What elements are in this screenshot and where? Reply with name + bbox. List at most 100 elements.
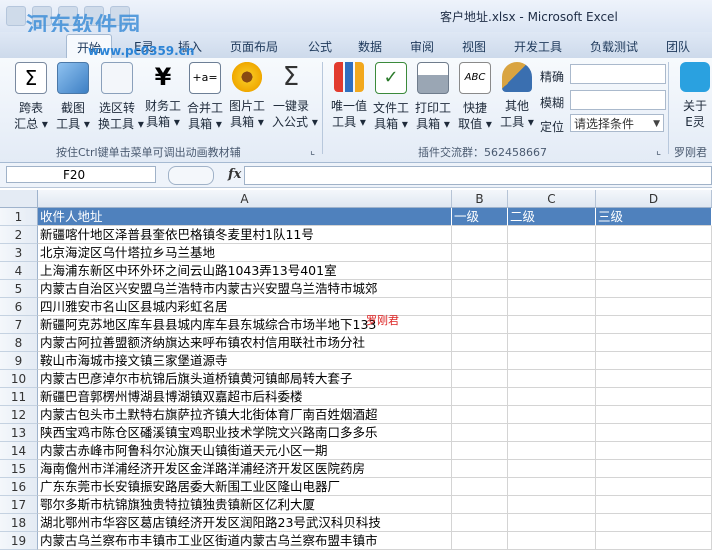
row-number[interactable]: 15: [0, 460, 38, 478]
formula-controls[interactable]: [168, 166, 214, 185]
address-cell[interactable]: 鄂尔多斯市杭锦旗独贵特拉镇独贵镇新区亿利大厦: [38, 496, 452, 514]
selection-convert-button[interactable]: 选区转 换工具 ▾: [98, 62, 144, 132]
finance-tools-button[interactable]: ¥ 财务工 具箱 ▾: [144, 62, 182, 130]
tab-formulas[interactable]: 公式: [308, 38, 332, 55]
level2-cell[interactable]: [508, 478, 596, 496]
level2-cell[interactable]: [508, 514, 596, 532]
level2-cell[interactable]: [508, 244, 596, 262]
tab-developer[interactable]: 开发工具: [514, 38, 562, 55]
address-cell[interactable]: 北京海淀区乌什塔拉乡马兰基地: [38, 244, 452, 262]
level2-cell[interactable]: [508, 298, 596, 316]
column-header-d[interactable]: D: [596, 190, 712, 208]
level3-cell[interactable]: [596, 514, 712, 532]
row-number[interactable]: 8: [0, 334, 38, 352]
name-box[interactable]: F20: [6, 166, 156, 183]
row-number[interactable]: 14: [0, 442, 38, 460]
level2-cell[interactable]: [508, 262, 596, 280]
dialog-launcher-icon[interactable]: ⌞: [656, 144, 661, 157]
address-cell[interactable]: 内蒙古阿拉善盟额济纳旗达来呼布镇农村信用联社市场分社: [38, 334, 452, 352]
row-number[interactable]: 3: [0, 244, 38, 262]
level1-cell[interactable]: [452, 334, 508, 352]
print-tools-button[interactable]: 打印工 具箱 ▾: [414, 62, 452, 132]
level3-cell[interactable]: [596, 388, 712, 406]
level3-cell[interactable]: [596, 442, 712, 460]
level1-cell[interactable]: [452, 496, 508, 514]
address-cell[interactable]: 内蒙古赤峰市阿鲁科尔沁旗天山镇街道天元小区一期: [38, 442, 452, 460]
level2-cell[interactable]: [508, 496, 596, 514]
row-number[interactable]: 5: [0, 280, 38, 298]
precise-input[interactable]: [570, 64, 666, 84]
locate-label[interactable]: 定位: [540, 118, 564, 135]
address-cell[interactable]: 鞍山市海城市接文镇三家堡道源寺: [38, 352, 452, 370]
level2-cell[interactable]: [508, 460, 596, 478]
level2-cell[interactable]: [508, 424, 596, 442]
row-number[interactable]: 10: [0, 370, 38, 388]
level1-cell[interactable]: [452, 424, 508, 442]
level3-cell[interactable]: [596, 532, 712, 550]
level1-cell[interactable]: [452, 388, 508, 406]
row-number[interactable]: 17: [0, 496, 38, 514]
tab-page-layout[interactable]: 页面布局: [230, 38, 278, 55]
level1-cell[interactable]: [452, 226, 508, 244]
condition-select[interactable]: 请选择条件 ▼: [570, 114, 664, 132]
address-cell[interactable]: 上海浦东新区中环外环之间云山路1043弄13号401室: [38, 262, 452, 280]
level1-cell[interactable]: [452, 532, 508, 550]
row-number[interactable]: 7: [0, 316, 38, 334]
level3-cell[interactable]: [596, 280, 712, 298]
address-cell[interactable]: 新疆巴音郭楞州博湖县博湖镇双嘉超市后科委楼: [38, 388, 452, 406]
level3-cell[interactable]: [596, 460, 712, 478]
level3-cell[interactable]: [596, 334, 712, 352]
file-tools-button[interactable]: ✓ 文件工 具箱 ▾: [372, 62, 410, 132]
level1-cell[interactable]: [452, 352, 508, 370]
level3-cell[interactable]: [596, 226, 712, 244]
column-header-b[interactable]: B: [452, 190, 508, 208]
level2-cell[interactable]: [508, 406, 596, 424]
level1-cell[interactable]: [452, 514, 508, 532]
row-number[interactable]: 16: [0, 478, 38, 496]
level1-cell[interactable]: [452, 244, 508, 262]
header-cell-level1[interactable]: 一级: [452, 208, 508, 226]
tab-review[interactable]: 审阅: [410, 38, 434, 55]
cross-sheet-summary-button[interactable]: Σ 跨表 汇总 ▾: [12, 62, 50, 132]
image-tools-button[interactable]: 图片工 具箱 ▾: [228, 62, 266, 130]
address-cell[interactable]: 内蒙古自治区兴安盟乌兰浩特市内蒙古兴安盟乌兰浩特市城郊: [38, 280, 452, 298]
about-eling-button[interactable]: 关于 E灵: [676, 62, 712, 130]
header-cell-level3[interactable]: 三级: [596, 208, 712, 226]
level1-cell[interactable]: [452, 370, 508, 388]
row-number[interactable]: 11: [0, 388, 38, 406]
row-number[interactable]: 6: [0, 298, 38, 316]
address-cell[interactable]: 陕西宝鸡市陈仓区磻溪镇宝鸡职业技术学院文兴路南口多多乐: [38, 424, 452, 442]
level3-cell[interactable]: [596, 406, 712, 424]
other-tools-button[interactable]: 其他 工具 ▾: [498, 62, 536, 130]
excel-logo-icon[interactable]: [6, 6, 26, 26]
screenshot-tool-button[interactable]: 截图 工具 ▾: [54, 62, 92, 132]
row-number[interactable]: 4: [0, 262, 38, 280]
level1-cell[interactable]: [452, 460, 508, 478]
row-number[interactable]: 9: [0, 352, 38, 370]
address-cell[interactable]: 新疆喀什地区泽普县奎依巴格镇冬麦里村1队11号: [38, 226, 452, 244]
address-cell[interactable]: 内蒙古包头市土默特右旗萨拉齐镇大北街体育厂南百姓烟酒超: [38, 406, 452, 424]
address-cell[interactable]: 海南儋州市洋浦经济开发区金洋路洋浦经济开发区医院药房: [38, 460, 452, 478]
level3-cell[interactable]: [596, 424, 712, 442]
address-cell[interactable]: 内蒙古巴彦淖尔市杭锦后旗头道桥镇黄河镇邮局转大套子: [38, 370, 452, 388]
level3-cell[interactable]: [596, 370, 712, 388]
row-number[interactable]: 19: [0, 532, 38, 550]
address-cell[interactable]: 湖北鄂州市华容区葛店镇经济开发区润阳路23号武汉科贝科技: [38, 514, 452, 532]
tab-team[interactable]: 团队: [666, 38, 690, 55]
column-header-a[interactable]: A: [38, 190, 452, 208]
fuzzy-input[interactable]: [570, 90, 666, 110]
level3-cell[interactable]: [596, 262, 712, 280]
unique-value-tools-button[interactable]: 唯一值 工具 ▾: [330, 62, 368, 130]
dialog-launcher-icon[interactable]: ⌞: [310, 144, 315, 157]
row-number[interactable]: 2: [0, 226, 38, 244]
level1-cell[interactable]: [452, 298, 508, 316]
level3-cell[interactable]: [596, 244, 712, 262]
address-cell[interactable]: 内蒙古乌兰察布市丰镇市工业区街道内蒙古乌兰察布盟丰镇市: [38, 532, 452, 550]
level2-cell[interactable]: [508, 370, 596, 388]
level1-cell[interactable]: [452, 262, 508, 280]
level1-cell[interactable]: [452, 316, 508, 334]
level2-cell[interactable]: [508, 316, 596, 334]
select-all-corner[interactable]: [0, 190, 38, 208]
level2-cell[interactable]: [508, 334, 596, 352]
one-click-formula-button[interactable]: Σ 一键录 入公式 ▾: [272, 62, 318, 130]
